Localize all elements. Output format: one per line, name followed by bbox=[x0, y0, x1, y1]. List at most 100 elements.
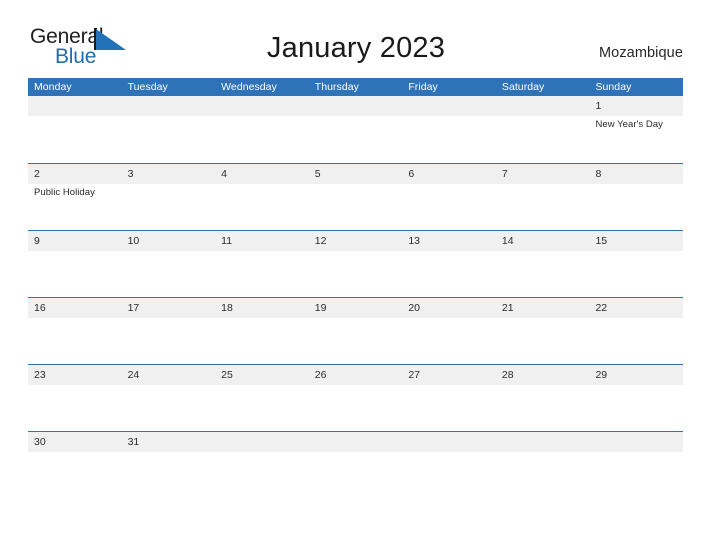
calendar-week-row: 30 31 bbox=[28, 431, 683, 498]
calendar-day-cell-empty bbox=[215, 96, 309, 163]
calendar-day-cell[interactable]: 23 bbox=[28, 365, 122, 431]
day-number: 6 bbox=[408, 168, 415, 180]
day-number: 31 bbox=[127, 436, 140, 448]
calendar-day-cell[interactable]: 6 bbox=[402, 164, 496, 230]
day-number: 17 bbox=[127, 302, 140, 314]
calendar-week-row: 9 10 11 12 13 14 15 bbox=[28, 230, 683, 297]
day-number: 8 bbox=[595, 168, 602, 180]
calendar-day-cell[interactable]: 22 bbox=[589, 298, 683, 364]
calendar-day-cell[interactable]: 18 bbox=[215, 298, 309, 364]
day-number: 11 bbox=[221, 235, 233, 247]
day-events: New Year's Day bbox=[595, 116, 683, 131]
calendar-day-cell[interactable]: 12 bbox=[309, 231, 403, 297]
day-number: 7 bbox=[501, 168, 508, 180]
calendar-day-cell[interactable]: 4 bbox=[215, 164, 309, 230]
day-number: 15 bbox=[595, 235, 608, 247]
week-cells: 16 17 18 19 20 21 22 bbox=[28, 298, 683, 364]
calendar-day-cell[interactable]: 21 bbox=[496, 298, 590, 364]
day-number: 10 bbox=[127, 235, 140, 247]
day-number: 30 bbox=[34, 436, 46, 448]
holiday-event-label: Public Holiday bbox=[34, 187, 95, 198]
calendar-day-cell-empty bbox=[496, 96, 590, 163]
calendar-day-cell-empty bbox=[28, 96, 122, 163]
weekday-saturday: Saturday bbox=[501, 81, 545, 93]
day-number: 18 bbox=[221, 302, 233, 314]
calendar-day-cell[interactable]: 13 bbox=[402, 231, 496, 297]
calendar-day-cell-empty bbox=[215, 432, 309, 498]
calendar-day-cell[interactable]: 30 bbox=[28, 432, 122, 498]
calendar-day-cell[interactable]: 11 bbox=[215, 231, 309, 297]
calendar-week-row: 16 17 18 19 20 21 22 bbox=[28, 297, 683, 364]
calendar-day-cell[interactable]: 2 Public Holiday bbox=[28, 164, 122, 230]
weekday-tuesday: Tuesday bbox=[127, 81, 168, 93]
calendar-day-cell[interactable]: 15 bbox=[589, 231, 683, 297]
calendar-day-cell[interactable]: 31 bbox=[122, 432, 216, 498]
holiday-event-label: New Year's Day bbox=[595, 119, 663, 130]
calendar-day-cell[interactable]: 28 bbox=[496, 365, 590, 431]
calendar-day-cell[interactable]: 25 bbox=[215, 365, 309, 431]
day-events: Public Holiday bbox=[34, 184, 122, 199]
calendar-day-cell[interactable]: 5 bbox=[309, 164, 403, 230]
day-number: 22 bbox=[595, 302, 608, 314]
calendar-weeks: 1 New Year's Day 2 Public Holiday 3 4 5 6 7 8 9 10 1… bbox=[28, 96, 683, 498]
calendar-day-cell-empty bbox=[496, 432, 590, 498]
calendar-day-cell[interactable]: 9 bbox=[28, 231, 122, 297]
calendar-day-cell-empty bbox=[589, 432, 683, 498]
calendar-day-cell-empty bbox=[309, 96, 403, 163]
page-header: General Blue January 2023 Mozambique bbox=[0, 0, 712, 78]
calendar-day-cell[interactable]: 29 bbox=[589, 365, 683, 431]
calendar-day-cell[interactable]: 19 bbox=[309, 298, 403, 364]
weekday-monday: Monday bbox=[34, 81, 72, 93]
week-cells: 1 New Year's Day bbox=[28, 96, 683, 163]
calendar-day-cell[interactable]: 10 bbox=[122, 231, 216, 297]
calendar-day-cell[interactable]: 14 bbox=[496, 231, 590, 297]
calendar-day-cell[interactable]: 20 bbox=[402, 298, 496, 364]
day-number: 27 bbox=[408, 369, 420, 381]
calendar-day-cell[interactable]: 24 bbox=[122, 365, 216, 431]
country-label: Mozambique bbox=[598, 45, 683, 61]
calendar-week-row: 23 24 25 26 27 28 29 bbox=[28, 364, 683, 431]
weekday-sunday: Sunday bbox=[595, 81, 632, 93]
calendar-day-cell[interactable]: 26 bbox=[309, 365, 403, 431]
day-number: 4 bbox=[221, 168, 227, 180]
day-number: 28 bbox=[501, 369, 514, 381]
weekday-friday: Friday bbox=[408, 81, 438, 93]
weekday-thursday: Thursday bbox=[314, 81, 359, 93]
calendar-day-cell[interactable]: 3 bbox=[122, 164, 216, 230]
calendar-day-cell-empty bbox=[402, 432, 496, 498]
week-cells: 30 31 bbox=[28, 432, 683, 498]
calendar: Monday Tuesday Wednesday Thursday Friday… bbox=[28, 78, 683, 498]
weekday-header-row: Monday Tuesday Wednesday Thursday Friday… bbox=[28, 78, 683, 96]
day-number: 2 bbox=[34, 168, 40, 180]
calendar-day-cell[interactable]: 27 bbox=[402, 365, 496, 431]
day-number: 12 bbox=[314, 235, 327, 247]
day-number: 24 bbox=[127, 369, 140, 381]
calendar-day-cell[interactable]: 1 New Year's Day bbox=[589, 96, 683, 163]
day-number: 29 bbox=[595, 369, 608, 381]
day-number: 21 bbox=[501, 302, 514, 314]
day-number: 5 bbox=[314, 168, 321, 180]
day-number: 26 bbox=[314, 369, 327, 381]
day-number: 20 bbox=[408, 302, 420, 314]
weekday-wednesday: Wednesday bbox=[221, 81, 277, 93]
day-number: 13 bbox=[408, 235, 420, 247]
calendar-day-cell[interactable]: 8 bbox=[589, 164, 683, 230]
day-number: 23 bbox=[34, 369, 46, 381]
week-cells: 23 24 25 26 27 28 29 bbox=[28, 365, 683, 431]
calendar-day-cell-empty bbox=[402, 96, 496, 163]
calendar-day-cell[interactable]: 16 bbox=[28, 298, 122, 364]
day-number: 25 bbox=[221, 369, 233, 381]
calendar-day-cell[interactable]: 7 bbox=[496, 164, 590, 230]
day-number: 14 bbox=[501, 235, 514, 247]
day-number: 1 bbox=[595, 100, 602, 112]
calendar-day-cell[interactable]: 17 bbox=[122, 298, 216, 364]
week-cells: 2 Public Holiday 3 4 5 6 7 8 bbox=[28, 164, 683, 230]
calendar-week-row: 2 Public Holiday 3 4 5 6 7 8 bbox=[28, 163, 683, 230]
week-cells: 9 10 11 12 13 14 15 bbox=[28, 231, 683, 297]
calendar-week-row: 1 New Year's Day bbox=[28, 96, 683, 163]
day-number: 16 bbox=[34, 302, 46, 314]
day-number: 19 bbox=[314, 302, 327, 314]
calendar-day-cell-empty bbox=[309, 432, 403, 498]
calendar-day-cell-empty bbox=[122, 96, 216, 163]
day-number: 9 bbox=[34, 235, 40, 247]
